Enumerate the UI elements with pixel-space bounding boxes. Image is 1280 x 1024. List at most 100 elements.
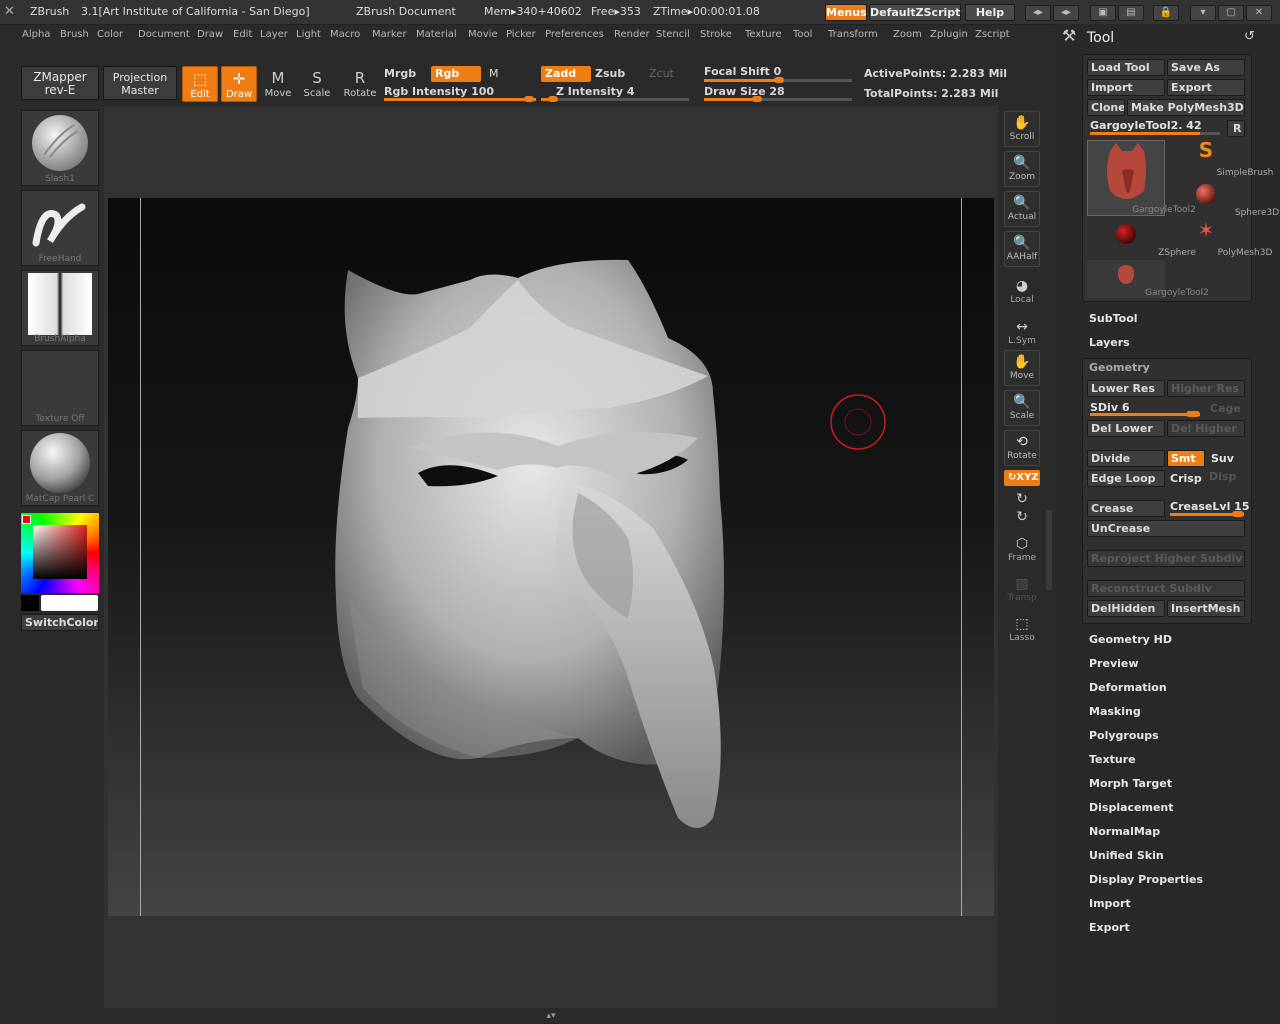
zcut-button[interactable]: Zcut xyxy=(649,67,674,80)
tool-palette-title[interactable]: Tool xyxy=(1087,30,1114,46)
rgb-intensity-label[interactable]: Rgb Intensity 100 xyxy=(384,85,494,98)
current-tool-slider[interactable] xyxy=(1090,132,1220,135)
y-rotation-button[interactable]: ↻ xyxy=(1004,490,1040,508)
normalmap-section[interactable]: NormalMap xyxy=(1089,825,1160,838)
menu-movie[interactable]: Movie xyxy=(468,29,498,40)
layout-2-icon[interactable]: ▤ xyxy=(1118,5,1144,21)
z-rotation-button[interactable]: ↻ xyxy=(1004,508,1040,526)
tool-thumb-sphere3d[interactable]: Sphere3D xyxy=(1167,180,1279,218)
unified-skin-section[interactable]: Unified Skin xyxy=(1089,849,1164,862)
color-picker[interactable] xyxy=(21,513,99,593)
menu-color[interactable]: Color xyxy=(97,29,123,40)
zadd-button[interactable]: Zadd xyxy=(541,66,591,82)
menu-zscript[interactable]: Zscript xyxy=(975,29,1010,40)
rgb-intensity-knob[interactable] xyxy=(524,96,534,102)
mrgb-button[interactable]: Mrgb xyxy=(384,67,416,80)
make-polymesh-button[interactable]: Make PolyMesh3D xyxy=(1127,99,1245,116)
deformation-section[interactable]: Deformation xyxy=(1089,681,1167,694)
move-button[interactable]: M Move xyxy=(260,66,296,102)
alpha-selector[interactable]: BrushAlpha xyxy=(21,270,99,346)
load-tool-button[interactable]: Load Tool xyxy=(1087,59,1165,76)
primary-color-swatch[interactable] xyxy=(41,595,98,611)
default-zscript-button[interactable]: DefaultZScript xyxy=(869,4,961,21)
zoom-button[interactable]: 🔍 Zoom xyxy=(1004,151,1040,187)
rgb-button[interactable]: Rgb xyxy=(431,66,481,82)
local-button[interactable]: ◕ Local xyxy=(1004,277,1040,305)
layers-section[interactable]: Layers xyxy=(1089,336,1130,349)
del-higher-button[interactable]: Del Higher xyxy=(1167,420,1245,437)
polygroups-section[interactable]: Polygroups xyxy=(1089,729,1159,742)
menu-stroke[interactable]: Stroke xyxy=(700,29,732,40)
crisp-toggle[interactable]: Crisp xyxy=(1170,472,1202,485)
crease-button[interactable]: Crease xyxy=(1087,500,1165,517)
scale-button[interactable]: S Scale xyxy=(299,66,335,102)
menu-alpha[interactable]: Alpha xyxy=(22,29,50,40)
clone-button[interactable]: Clone xyxy=(1087,99,1125,116)
del-hidden-button[interactable]: DelHidden xyxy=(1087,600,1165,617)
secondary-color-swatch[interactable] xyxy=(21,595,39,611)
scroll-button[interactable]: ✋ Scroll xyxy=(1004,111,1040,147)
menu-texture[interactable]: Texture xyxy=(745,29,782,40)
layout-1-icon[interactable]: ▣ xyxy=(1090,5,1116,21)
morph-target-section[interactable]: Morph Target xyxy=(1089,777,1172,790)
focal-shift-slider[interactable] xyxy=(704,77,852,83)
draw-size-knob[interactable] xyxy=(752,96,762,102)
export-tool-button[interactable]: Export xyxy=(1167,79,1245,96)
export-section[interactable]: Export xyxy=(1089,921,1130,934)
tool-thumb-gargoyle-active[interactable]: GargoyleTool2 xyxy=(1087,140,1196,216)
save-as-button[interactable]: Save As xyxy=(1167,59,1245,76)
display-properties-section[interactable]: Display Properties xyxy=(1089,873,1203,886)
tool-thumb-zsphere[interactable]: ZSphere xyxy=(1087,220,1196,258)
minimize-icon[interactable]: ▾ xyxy=(1190,5,1216,21)
maximize-icon[interactable]: ▢ xyxy=(1218,5,1244,21)
tool-thumb-gargoyle-2[interactable]: GargoyleTool2 xyxy=(1087,260,1209,298)
rgb-intensity-slider[interactable] xyxy=(384,96,536,102)
import-section[interactable]: Import xyxy=(1089,897,1131,910)
menu-material[interactable]: Material xyxy=(416,29,457,40)
sdiv-knob[interactable] xyxy=(1186,411,1200,417)
nav-move-button[interactable]: ✋ Move xyxy=(1004,350,1040,386)
menu-brush[interactable]: Brush xyxy=(60,29,89,40)
import-tool-button[interactable]: Import xyxy=(1087,79,1165,96)
expand-ui-icon[interactable]: ◂▸ xyxy=(1053,5,1079,21)
z-intensity-slider[interactable] xyxy=(541,96,689,102)
nav-scale-button[interactable]: 🔍 Scale xyxy=(1004,390,1040,426)
texture-section[interactable]: Texture xyxy=(1089,753,1136,766)
menu-transform[interactable]: Transform xyxy=(828,29,878,40)
subtool-section[interactable]: SubTool xyxy=(1089,312,1138,325)
nav-rotate-button[interactable]: ⟲ Rotate xyxy=(1004,430,1040,466)
disp-slider-label[interactable]: Disp xyxy=(1209,470,1236,483)
z-intensity-knob[interactable] xyxy=(548,96,558,102)
edit-button[interactable]: ⬚ Edit xyxy=(182,66,218,102)
menu-zplugin[interactable]: Zplugin xyxy=(930,29,968,40)
draw-size-slider[interactable] xyxy=(704,96,852,102)
menu-stencil[interactable]: Stencil xyxy=(656,29,690,40)
menus-button[interactable]: Menus xyxy=(825,4,867,21)
del-lower-button[interactable]: Del Lower xyxy=(1087,420,1165,437)
lower-res-button[interactable]: Lower Res xyxy=(1087,380,1165,397)
material-selector[interactable]: MatCap Pearl C xyxy=(21,430,99,506)
reconstruct-subdiv-button[interactable]: Reconstruct Subdiv xyxy=(1087,580,1245,597)
brush-selector[interactable]: Slash1 xyxy=(21,110,99,186)
menu-document[interactable]: Document xyxy=(138,29,190,40)
lock-icon[interactable]: 🔒 xyxy=(1153,5,1179,21)
r-button[interactable]: R xyxy=(1227,120,1245,137)
document-canvas[interactable] xyxy=(108,198,994,916)
color-picker-square[interactable] xyxy=(33,525,87,579)
lasso-button[interactable]: ⬚ Lasso xyxy=(1004,615,1040,643)
draw-size-label[interactable]: Draw Size 28 xyxy=(704,85,785,98)
cage-button[interactable]: Cage xyxy=(1210,402,1241,415)
draw-button[interactable]: ✛ Draw xyxy=(221,66,257,102)
smt-toggle[interactable]: Smt xyxy=(1167,450,1205,467)
stroke-selector[interactable]: FreeHand xyxy=(21,190,99,266)
menu-light[interactable]: Light xyxy=(296,29,321,40)
menu-layer[interactable]: Layer xyxy=(260,29,288,40)
geometry-header[interactable]: Geometry xyxy=(1089,361,1150,374)
focal-shift-knob[interactable] xyxy=(774,77,784,83)
higher-res-button[interactable]: Higher Res xyxy=(1167,380,1245,397)
insert-mesh-button[interactable]: InsertMesh xyxy=(1167,600,1245,617)
reset-palette-icon[interactable]: ↺ xyxy=(1244,29,1255,44)
menu-tool[interactable]: Tool xyxy=(793,29,812,40)
suv-toggle[interactable]: Suv xyxy=(1211,452,1234,465)
uncrease-button[interactable]: UnCrease xyxy=(1087,520,1245,537)
